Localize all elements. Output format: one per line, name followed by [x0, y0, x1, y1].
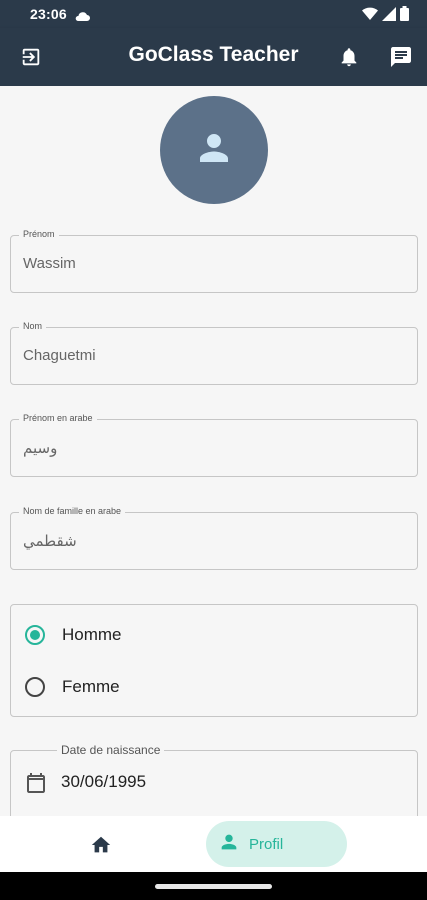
person-icon: [193, 127, 235, 174]
arabic-last-name-field[interactable]: Nom de famille en arabe شقطمي: [10, 506, 418, 570]
last-name-field[interactable]: Nom Chaguetmi: [10, 321, 418, 385]
radio-unselected[interactable]: [25, 677, 45, 697]
calendar-icon[interactable]: [24, 771, 48, 800]
wifi-icon: [362, 7, 378, 26]
gender-radio-group: Homme Femme: [10, 604, 418, 717]
first-name-field[interactable]: Prénom Wassim: [10, 229, 418, 293]
nav-item-label: Profil: [249, 835, 284, 853]
gender-option-homme[interactable]: Homme: [25, 620, 122, 650]
person-icon: [218, 831, 240, 858]
app-title: GoClass Teacher: [128, 43, 299, 66]
status-bar: 23:06: [0, 0, 427, 28]
signal-icon: [382, 6, 396, 26]
arabic-last-name-label: Nom de famille en arabe: [19, 506, 126, 516]
gesture-bar: [0, 872, 427, 900]
birth-date-field[interactable]: Date de naissance 30/06/1995: [10, 743, 418, 816]
radio-selected[interactable]: [25, 625, 45, 645]
arabic-first-name-value: وسيم: [23, 440, 58, 457]
nav-item-profil[interactable]: Profil: [206, 821, 347, 867]
avatar[interactable]: [160, 96, 268, 204]
gesture-handle[interactable]: [155, 884, 272, 889]
cloud-icon: [74, 8, 90, 21]
battery-icon: [400, 6, 409, 26]
first-name-label: Prénom: [19, 229, 59, 239]
arabic-last-name-value: شقطمي: [23, 533, 77, 550]
status-time: 23:06: [30, 6, 67, 22]
last-name-value: Chaguetmi: [23, 347, 96, 364]
gender-option-femme[interactable]: Femme: [25, 672, 120, 702]
last-name-label: Nom: [19, 321, 47, 331]
profile-content[interactable]: Prénom Wassim Nom Chaguetmi Prénom en ar…: [0, 86, 427, 816]
birth-date-value: 30/06/1995: [61, 772, 147, 791]
bell-icon[interactable]: [336, 44, 362, 70]
home-icon[interactable]: [88, 832, 114, 858]
arabic-first-name-field[interactable]: Prénom en arabe وسيم: [10, 413, 418, 477]
first-name-value: Wassim: [23, 255, 76, 272]
message-icon[interactable]: [388, 44, 414, 70]
arabic-first-name-label: Prénom en arabe: [19, 413, 97, 423]
birth-date-label: Date de naissance: [57, 743, 165, 757]
gender-option-label: Femme: [62, 677, 120, 696]
system-icons: [362, 6, 409, 26]
bottom-nav: Profil: [0, 816, 427, 872]
gender-option-label: Homme: [62, 625, 122, 644]
app-bar: GoClass Teacher: [0, 28, 427, 86]
